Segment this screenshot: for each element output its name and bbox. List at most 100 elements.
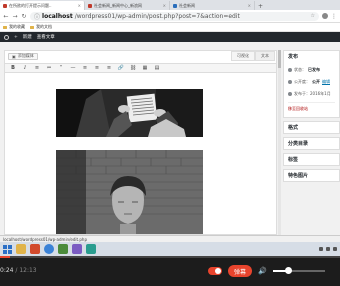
- featured-image-box: 特色图片: [283, 169, 340, 182]
- browser-tab-2[interactable]: 社会新闻_新闻中心_新浪网 ×: [85, 1, 170, 10]
- url-path: /wordpress01/wp-admin/post.php?post=7&ac…: [74, 12, 240, 20]
- tab-title: 社会新闻_新闻中心_新浪网: [94, 2, 142, 8]
- publish-box-header[interactable]: 发布: [284, 51, 339, 62]
- scrollbar-thumb[interactable]: [278, 50, 281, 68]
- tab-text[interactable]: 文本: [255, 51, 275, 61]
- link-icon[interactable]: 🔗: [117, 65, 125, 72]
- tab-favicon-icon: [3, 3, 7, 8]
- file-explorer-icon[interactable]: [16, 244, 26, 254]
- browser-menu-icon[interactable]: ⋮: [331, 13, 337, 20]
- browser-tab-3[interactable]: 社会新闻 ×: [170, 1, 255, 10]
- volume-knob[interactable]: [285, 267, 293, 274]
- app-icon[interactable]: [58, 244, 68, 254]
- bookmark-star-icon[interactable]: ☆: [311, 13, 315, 19]
- blockquote-icon[interactable]: “: [57, 65, 65, 72]
- date-row: 发布于：2016年1月: [288, 88, 335, 100]
- danmu-button[interactable]: 弹幕: [228, 265, 253, 277]
- bookmark-folder-2[interactable]: 我的文档: [30, 24, 52, 30]
- align-left-icon[interactable]: ≡: [81, 65, 89, 72]
- url-host: localhost: [42, 12, 73, 20]
- post-editor: ▣ 添加媒体 可视化 文本 B I ≡ ≔ “ — ≡ ≡ ≡ 🔗 ⛓ ▦ ▤: [4, 50, 277, 235]
- bookmark-folder-1[interactable]: 我的收藏: [3, 24, 25, 30]
- read-more-icon[interactable]: ▦: [141, 65, 149, 72]
- visibility-edit-link[interactable]: 编辑: [322, 79, 330, 85]
- media-player-icon[interactable]: [30, 244, 40, 254]
- date-label: 发布于：2016年1月: [294, 91, 331, 96]
- folder-icon: [3, 25, 7, 29]
- new-plus-icon: +: [14, 34, 18, 40]
- tab-title: 社会新闻: [179, 2, 195, 8]
- volume-icon[interactable]: 🔊: [258, 267, 267, 275]
- bullet-list-icon[interactable]: ≡: [33, 65, 41, 72]
- format-box-header[interactable]: 格式: [284, 122, 339, 133]
- align-center-icon[interactable]: ≡: [93, 65, 101, 72]
- start-icon[interactable]: [3, 244, 12, 254]
- format-box: 格式: [283, 121, 340, 134]
- video-player-bar: 0:24 / 12:13 弹幕 🔊: [0, 256, 340, 286]
- tags-title: 标签: [288, 157, 299, 163]
- app-icon-2[interactable]: [72, 244, 82, 254]
- wordpress-logo-icon[interactable]: [4, 34, 9, 40]
- horizontal-line-icon[interactable]: —: [69, 65, 77, 72]
- progress-fill: [0, 256, 11, 258]
- bookmark-label: 我的收藏: [9, 24, 25, 29]
- eye-icon: [288, 80, 292, 84]
- add-media-label: 添加媒体: [17, 53, 34, 58]
- back-icon[interactable]: ←: [3, 13, 9, 20]
- editor-content[interactable]: [5, 73, 276, 234]
- bookmarks-bar: 我的收藏 我的文档: [0, 23, 340, 32]
- extension-icon[interactable]: [322, 13, 328, 19]
- browser-status-bar: localhost/wordpress01/wp-admin/edit.php: [0, 235, 340, 242]
- new-tab-icon[interactable]: +: [255, 3, 266, 10]
- media-icon: ▣: [12, 53, 16, 59]
- categories-box-header[interactable]: 分类目录: [284, 138, 339, 149]
- numbered-list-icon[interactable]: ≔: [45, 65, 53, 72]
- volume-slider[interactable]: [272, 267, 325, 274]
- current-time: 0:24: [0, 267, 14, 274]
- address-bar[interactable]: ⓘ localhost/wordpress01/wp-admin/post.ph…: [30, 11, 319, 21]
- featured-image-box-header[interactable]: 特色图片: [284, 170, 339, 181]
- forward-icon[interactable]: →: [12, 13, 18, 20]
- browser-tab-1[interactable]: 在所欲的打开提示问题.. ×: [0, 1, 85, 10]
- calendar-icon: [288, 92, 292, 96]
- browser-toolbar: ← → ↻ ⓘ localhost/wordpress01/wp-admin/p…: [0, 10, 340, 23]
- publish-title: 发布: [288, 54, 299, 60]
- close-tab-icon[interactable]: ×: [248, 3, 251, 8]
- reload-icon[interactable]: ↻: [21, 13, 27, 20]
- unlink-icon[interactable]: ⛓: [129, 65, 137, 72]
- format-title: 格式: [288, 125, 299, 131]
- tab-visual[interactable]: 可视化: [231, 51, 255, 61]
- post-sidebar: 发布 状态： 已发布 公开度： 公开 编辑 发布于：2016年1月 移至回收站 …: [283, 50, 340, 235]
- wp-admin-bar: + 新建 查看文章: [0, 32, 340, 42]
- admin-bar-new[interactable]: 新建: [23, 34, 32, 40]
- content-photo-1[interactable]: [56, 89, 203, 137]
- app-icon-3[interactable]: [86, 244, 96, 254]
- featured-image-title: 特色图片: [288, 173, 309, 179]
- network-icon[interactable]: [326, 247, 330, 251]
- browser-tab-bar: 在所欲的打开提示问题.. × 社会新闻_新闻中心_新浪网 × 社会新闻 × +: [0, 0, 340, 10]
- content-photo-2[interactable]: [56, 150, 203, 234]
- danmu-toggle[interactable]: [208, 267, 222, 275]
- toolbar-toggle-icon[interactable]: ▤: [153, 65, 161, 72]
- player-controls: 弹幕 🔊: [208, 264, 325, 278]
- close-tab-icon[interactable]: ×: [78, 3, 81, 8]
- editor-mode-tabs: 可视化 文本: [231, 51, 275, 61]
- add-media-button[interactable]: ▣ 添加媒体: [8, 52, 38, 60]
- align-right-icon[interactable]: ≡: [105, 65, 113, 72]
- os-taskbar: [0, 242, 340, 256]
- italic-button[interactable]: I: [21, 65, 29, 72]
- video-progress-bar[interactable]: [0, 256, 340, 258]
- time-display: 0:24 / 12:13: [0, 267, 37, 274]
- browser-icon[interactable]: [44, 244, 54, 254]
- trash-link[interactable]: 移至回收站: [288, 102, 335, 114]
- visibility-label: 公开度：: [294, 79, 310, 84]
- editor-scrollbar[interactable]: [278, 50, 281, 235]
- speaker-icon[interactable]: [333, 247, 337, 251]
- status-value: 已发布: [308, 67, 320, 72]
- tags-box-header[interactable]: 标签: [284, 154, 339, 165]
- admin-bar-view-post[interactable]: 查看文章: [37, 34, 55, 40]
- close-tab-icon[interactable]: ×: [163, 3, 166, 8]
- tray-icon[interactable]: [319, 247, 323, 251]
- tab-favicon-icon: [88, 3, 92, 8]
- bold-button[interactable]: B: [9, 65, 17, 72]
